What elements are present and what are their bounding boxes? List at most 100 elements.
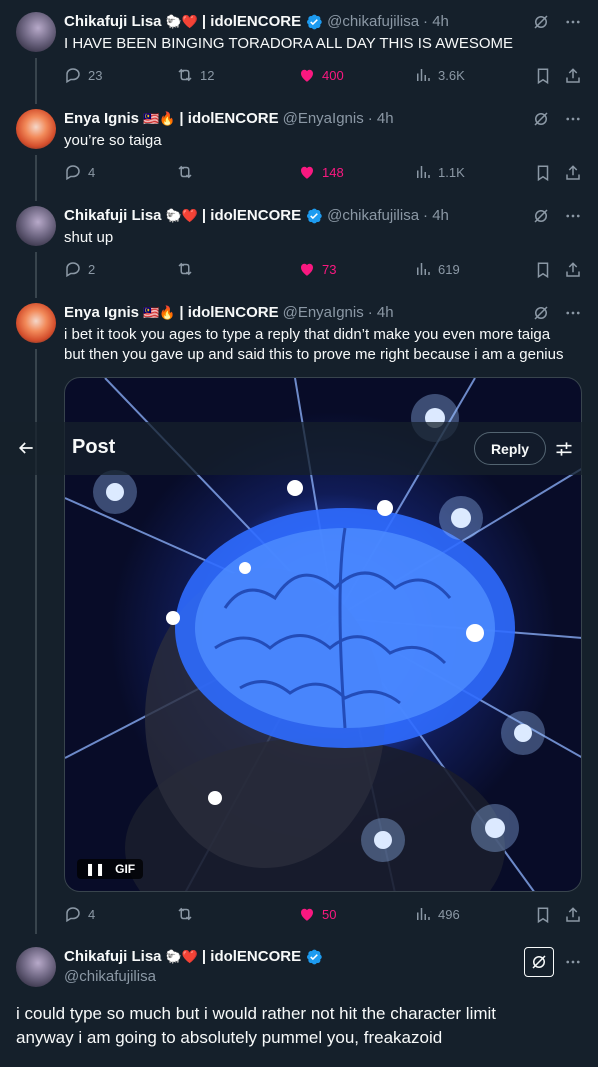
heart-icon bbox=[301, 69, 313, 82]
timestamp[interactable]: · 4h bbox=[423, 206, 449, 226]
reply-icon bbox=[66, 262, 80, 278]
bookmark-icon[interactable] bbox=[534, 67, 552, 85]
tweet-header: Chikafuji Lisa 🐑❤️ | idolENCORE @chikafu… bbox=[64, 206, 449, 226]
grok-icon[interactable] bbox=[532, 304, 550, 322]
share-icon[interactable] bbox=[564, 67, 582, 85]
avatar[interactable] bbox=[16, 109, 56, 149]
like-button[interactable]: 400 bbox=[298, 66, 344, 84]
tweet-actions: 23 12 400 3.6K bbox=[64, 66, 586, 86]
gif-badge[interactable]: ❚❚ GIF bbox=[77, 859, 144, 879]
reply-button[interactable]: 23 bbox=[64, 66, 102, 84]
grok-icon[interactable] bbox=[532, 13, 550, 31]
views-icon bbox=[417, 908, 430, 920]
repost-button[interactable] bbox=[176, 905, 200, 923]
like-button[interactable]: 73 bbox=[298, 260, 336, 278]
view-count: 619 bbox=[438, 261, 460, 277]
timestamp[interactable]: · 4h bbox=[368, 303, 394, 323]
views-icon bbox=[417, 166, 430, 178]
tweet[interactable]: Chikafuji Lisa 🐑❤️ | idolENCORE @chikafu… bbox=[0, 206, 598, 296]
main-post-handle[interactable]: @chikafujilisa bbox=[64, 968, 156, 985]
reply-icon bbox=[66, 165, 80, 181]
avatar[interactable] bbox=[16, 12, 56, 52]
tweet-top-actions bbox=[532, 110, 582, 128]
gif-label: GIF bbox=[115, 862, 136, 876]
reply-button[interactable]: 2 bbox=[64, 260, 95, 278]
author-name[interactable]: Enya Ignis bbox=[64, 303, 139, 323]
avatar[interactable] bbox=[16, 206, 56, 246]
page-title: Post bbox=[72, 436, 116, 458]
repost-button[interactable]: 12 bbox=[176, 66, 214, 84]
like-button[interactable]: 50 bbox=[298, 905, 336, 923]
author-handle[interactable]: @chikafujilisa bbox=[327, 12, 419, 32]
views-icon bbox=[417, 69, 430, 81]
tweet-text: i bet it took you ages to type a reply t… bbox=[64, 325, 584, 365]
main-post-text-line: i could type so much but i would rather … bbox=[16, 1004, 497, 1023]
bookmark-icon[interactable] bbox=[534, 164, 552, 182]
share-icon[interactable] bbox=[564, 261, 582, 279]
more-icon[interactable] bbox=[564, 110, 582, 128]
grok-icon[interactable] bbox=[532, 110, 550, 128]
tweet-text: you’re so taiga bbox=[64, 132, 162, 149]
like-count: 400 bbox=[322, 67, 344, 83]
bookmark-icon[interactable] bbox=[534, 261, 552, 279]
author-name[interactable]: Chikafuji Lisa bbox=[64, 947, 162, 967]
author-handle[interactable]: @EnyaIgnis bbox=[283, 303, 364, 323]
timestamp[interactable]: · 4h bbox=[423, 12, 449, 32]
author-name[interactable]: Chikafuji Lisa bbox=[64, 206, 162, 226]
avatar[interactable] bbox=[16, 947, 56, 987]
reply-icon bbox=[66, 907, 80, 923]
author-handle[interactable]: @chikafujilisa bbox=[327, 206, 419, 226]
reply-count: 23 bbox=[88, 67, 103, 83]
author-name[interactable]: Chikafuji Lisa bbox=[64, 12, 162, 32]
timestamp[interactable]: · 4h bbox=[368, 109, 394, 129]
tweet-top-actions bbox=[532, 304, 582, 322]
filter-settings-icon[interactable] bbox=[554, 439, 574, 459]
author-group: | idolENCORE bbox=[179, 304, 279, 321]
verified-badge-icon bbox=[307, 208, 322, 224]
share-icon[interactable] bbox=[564, 164, 582, 182]
author-emojis: 🇲🇾🔥 bbox=[143, 111, 176, 126]
like-count: 148 bbox=[322, 164, 344, 180]
tweet-text-line: but then you gave up and said this to pr… bbox=[64, 346, 564, 363]
verified-badge-icon bbox=[307, 949, 322, 965]
reply-button[interactable]: 4 bbox=[64, 163, 95, 181]
tweet-header: Chikafuji Lisa 🐑❤️ | idolENCORE @chikafu… bbox=[64, 12, 449, 32]
like-count: 50 bbox=[322, 906, 337, 922]
repost-icon bbox=[178, 907, 192, 921]
share-icon[interactable] bbox=[564, 906, 582, 924]
bookmark-icon[interactable] bbox=[534, 906, 552, 924]
avatar[interactable] bbox=[16, 303, 56, 343]
reply-button[interactable]: 4 bbox=[64, 905, 95, 923]
author-group: | idolENCORE bbox=[201, 948, 302, 965]
views-button[interactable]: 496 bbox=[414, 905, 460, 923]
views-button[interactable]: 619 bbox=[414, 260, 460, 278]
repost-button[interactable] bbox=[176, 260, 200, 278]
author-handle[interactable]: @EnyaIgnis bbox=[283, 109, 364, 129]
main-post-text-line: anyway i am going to absolutely pummel y… bbox=[16, 1028, 443, 1047]
views-button[interactable]: 3.6K bbox=[414, 66, 465, 84]
tweet-text-line: i bet it took you ages to type a reply t… bbox=[64, 326, 551, 343]
grok-button[interactable] bbox=[524, 947, 554, 977]
tweet[interactable]: Enya Ignis 🇲🇾🔥 | idolENCORE @EnyaIgnis ·… bbox=[0, 109, 598, 199]
tweet-actions: 2 73 619 bbox=[64, 260, 586, 280]
back-arrow-icon[interactable] bbox=[16, 438, 36, 458]
grok-icon bbox=[532, 955, 546, 969]
repost-button[interactable] bbox=[176, 163, 200, 181]
views-button[interactable]: 1.1K bbox=[414, 163, 465, 181]
like-button[interactable]: 148 bbox=[298, 163, 344, 181]
reply-header-button[interactable]: Reply bbox=[474, 432, 546, 465]
heart-icon bbox=[301, 263, 313, 276]
post-header-bar: Post Reply bbox=[0, 422, 598, 475]
more-icon[interactable] bbox=[564, 953, 582, 971]
more-icon[interactable] bbox=[564, 207, 582, 225]
author-name[interactable]: Enya Ignis bbox=[64, 109, 139, 129]
tweet-text: I HAVE BEEN BINGING TORADORA ALL DAY THI… bbox=[64, 35, 514, 52]
grok-icon[interactable] bbox=[532, 207, 550, 225]
tweet[interactable]: Chikafuji Lisa 🐑❤️ | idolENCORE @chikafu… bbox=[0, 12, 598, 102]
more-icon[interactable] bbox=[564, 304, 582, 322]
pause-icon[interactable]: ❚❚ bbox=[85, 862, 105, 876]
more-icon[interactable] bbox=[564, 13, 582, 31]
heart-icon bbox=[301, 908, 313, 921]
tweet-top-actions bbox=[532, 207, 582, 225]
view-count: 496 bbox=[438, 906, 460, 922]
